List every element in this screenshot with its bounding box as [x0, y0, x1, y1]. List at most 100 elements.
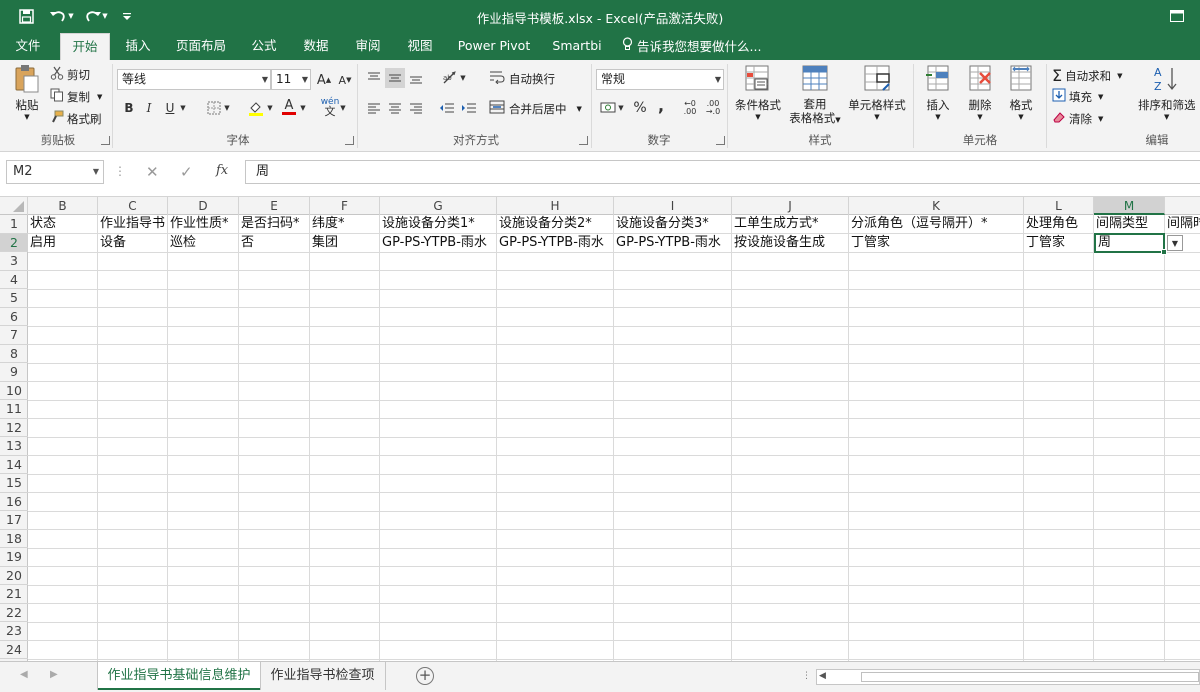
cell-G1[interactable]: 设施设备分类1*	[380, 215, 496, 234]
font-size-select[interactable]: 11 ▼	[271, 69, 311, 90]
delete-cells-button[interactable]: 删除 ▼	[960, 64, 1000, 121]
orientation-dropdown-icon[interactable]: ▼	[458, 68, 468, 88]
row-header[interactable]: 14	[0, 456, 28, 474]
horizontal-scrollbar[interactable]: ◀	[816, 669, 1200, 685]
cell-L2[interactable]: 丁管家	[1024, 234, 1093, 253]
column-header[interactable]: E	[239, 197, 310, 215]
wrap-text-button[interactable]: 自动换行	[489, 70, 555, 87]
cell-styles-button[interactable]: 单元格样式 ▼	[846, 64, 908, 121]
accounting-dropdown-icon[interactable]: ▼	[616, 98, 626, 118]
orientation-icon[interactable]: ab	[440, 68, 460, 88]
align-center-icon[interactable]	[385, 98, 405, 118]
cell-G2[interactable]: GP-PS-YTPB-雨水	[380, 234, 496, 253]
cell-N1[interactable]: 间隔时	[1165, 215, 1200, 234]
format-as-table-button[interactable]: 套用 表格格式▼	[786, 64, 844, 127]
cell-I2[interactable]: GP-PS-YTPB-雨水	[614, 234, 731, 253]
cell-J2[interactable]: 按设施设备生成	[732, 234, 848, 253]
number-launcher-icon[interactable]	[716, 136, 725, 145]
fill-button[interactable]: 填充 ▼	[1052, 88, 1103, 105]
comma-button[interactable]: ,	[651, 95, 671, 115]
row-header[interactable]: 6	[0, 308, 28, 326]
row-header[interactable]: 17	[0, 511, 28, 530]
scroll-left-arrow-icon[interactable]: ◀	[819, 671, 826, 681]
align-left-icon[interactable]	[364, 98, 384, 118]
column-header[interactable]	[1165, 197, 1200, 215]
cell-B1[interactable]: 状态	[28, 215, 97, 234]
tell-me-box[interactable]: 告诉我您想要做什么...	[622, 33, 772, 60]
font-color-icon[interactable]: A	[279, 97, 299, 117]
bold-button[interactable]: B	[119, 98, 139, 118]
phonetic-dropdown-icon[interactable]: ▼	[338, 98, 348, 118]
cell-grid[interactable]: 状态 作业指导书 作业性质* 是否扫码* 纬度* 设施设备分类1* 设施设备分类…	[28, 215, 1200, 661]
increase-font-icon[interactable]: A ▲	[314, 70, 334, 90]
autosum-button[interactable]: Σ 自动求和 ▼	[1052, 66, 1123, 85]
tab-home[interactable]: 开始	[60, 33, 110, 60]
cell-E1[interactable]: 是否扫码*	[239, 215, 309, 234]
row-header[interactable]: 21	[0, 585, 28, 604]
cell-D2[interactable]: 巡检	[168, 234, 238, 253]
row-header[interactable]: 3	[0, 252, 28, 271]
row-header[interactable]: 7	[0, 326, 28, 345]
format-cells-button[interactable]: 格式 ▼	[1002, 64, 1040, 121]
merge-center-button[interactable]: 合并后居中 ▼	[489, 100, 582, 117]
column-header[interactable]: I	[614, 197, 732, 215]
tab-review[interactable]: 审阅	[346, 33, 390, 60]
scroll-left-icon[interactable]: ◀	[20, 669, 28, 680]
fill-color-icon[interactable]	[246, 98, 266, 118]
column-header[interactable]: K	[849, 197, 1024, 215]
cell-F1[interactable]: 纬度*	[310, 215, 379, 234]
column-header[interactable]: C	[98, 197, 168, 215]
cancel-icon[interactable]: ✕	[146, 163, 159, 181]
cell-C2[interactable]: 设备	[98, 234, 167, 253]
sheet-tab-checklist[interactable]: 作业指导书检查项	[260, 662, 386, 690]
scrollbar-thumb[interactable]	[861, 672, 1199, 682]
cell-B2[interactable]: 启用	[28, 234, 97, 253]
tab-insert[interactable]: 插入	[116, 33, 160, 60]
tab-smartbi[interactable]: Smartbi	[546, 33, 608, 60]
number-format-select[interactable]: 常规 ▼	[596, 69, 724, 90]
row-header[interactable]: 24	[0, 641, 28, 659]
tab-file[interactable]: 文件	[6, 33, 50, 60]
underline-button[interactable]: U	[160, 98, 180, 118]
cell-E2[interactable]: 否	[239, 234, 309, 253]
clear-button[interactable]: 清除 ▼	[1052, 110, 1103, 127]
cut-button[interactable]: 剪切	[50, 66, 90, 83]
tab-data[interactable]: 数据	[294, 33, 338, 60]
increase-decimal-icon[interactable]: ←0.00	[680, 98, 700, 118]
borders-icon[interactable]	[204, 98, 224, 118]
validation-dropdown-icon[interactable]: ▼	[1167, 235, 1183, 251]
row-header[interactable]: 16	[0, 493, 28, 511]
enter-icon[interactable]: ✓	[180, 163, 193, 181]
align-top-icon[interactable]	[364, 68, 384, 88]
cell-J1[interactable]: 工单生成方式*	[732, 215, 848, 234]
font-launcher-icon[interactable]	[345, 136, 354, 145]
row-header[interactable]: 8	[0, 345, 28, 363]
insert-function-icon[interactable]: fx	[216, 163, 228, 178]
cell-K2[interactable]: 丁管家	[849, 234, 1023, 253]
cell-L1[interactable]: 处理角色	[1024, 215, 1093, 234]
row-header[interactable]: 15	[0, 474, 28, 493]
accounting-format-icon[interactable]	[598, 98, 618, 118]
row-header[interactable]: 10	[0, 382, 28, 400]
cell-D1[interactable]: 作业性质*	[168, 215, 238, 234]
column-header[interactable]: B	[28, 197, 98, 215]
align-middle-icon[interactable]	[385, 68, 405, 88]
tab-view[interactable]: 视图	[398, 33, 442, 60]
scroll-right-icon[interactable]: ▶	[50, 669, 58, 680]
align-right-icon[interactable]	[406, 98, 426, 118]
cell-M1[interactable]: 间隔类型	[1094, 215, 1164, 234]
row-header-selected[interactable]: 2	[0, 233, 28, 252]
cell-I1[interactable]: 设施设备分类3*	[614, 215, 731, 234]
copy-button[interactable]: 复制 ▼	[50, 88, 102, 105]
add-sheet-icon[interactable]: +	[416, 667, 434, 685]
name-box[interactable]: M2 ▼	[6, 160, 104, 184]
sheet-tab-basic-info[interactable]: 作业指导书基础信息维护	[98, 662, 260, 690]
row-header[interactable]: 9	[0, 363, 28, 382]
column-header[interactable]: F	[310, 197, 380, 215]
column-header[interactable]: L	[1024, 197, 1094, 215]
percent-button[interactable]: %	[630, 98, 650, 118]
decrease-indent-icon[interactable]	[437, 98, 457, 118]
fill-color-dropdown-icon[interactable]: ▼	[265, 98, 275, 118]
cell-C1[interactable]: 作业指导书	[98, 215, 167, 234]
cell-F2[interactable]: 集团	[310, 234, 379, 253]
